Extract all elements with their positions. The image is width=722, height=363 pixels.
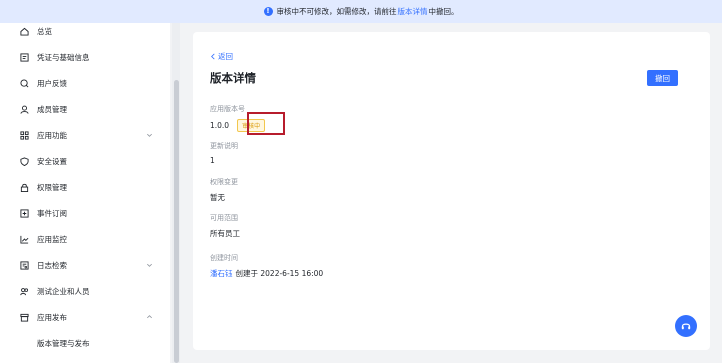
headset-icon [681,323,691,330]
info-icon: ! [263,7,273,16]
credential-icon [20,52,29,62]
back-link[interactable]: 返回 [210,51,233,62]
home-icon [20,27,29,36]
publish-icon [20,313,29,322]
sidebar-item-members[interactable]: 成员管理 [0,96,170,122]
chevron-up-icon[interactable] [146,314,153,321]
withdraw-button[interactable]: 撤回 [647,70,678,86]
sidebar-item-monitoring[interactable]: 应用监控 [0,226,170,252]
permission-field: 权限变更 暂无 [210,177,238,203]
scope-value: 所有员工 [210,229,240,238]
scope-field: 可用范围 所有员工 [210,213,240,239]
notes-value: 1 [210,156,215,165]
sidebar-item-version-management[interactable]: 版本管理与发布 [0,330,170,356]
user-icon [20,105,29,114]
shield-icon [20,156,29,166]
page-title: 版本详情 [210,71,256,85]
notice-banner: ! 审核中不可修改，如需修改，请前往 版本详情 中撤回。 [0,0,722,23]
sidebar-item-label: 应用发布 [37,312,67,322]
sidebar-item-event-subscription[interactable]: 事件订阅 [0,200,170,226]
sidebar-item-app-features[interactable]: 应用功能 [0,122,170,148]
help-button[interactable] [675,315,697,337]
subscribe-icon [20,208,29,218]
sidebar-item-permissions[interactable]: 权限管理 [0,174,170,200]
feedback-icon [20,78,29,88]
permission-value: 暂无 [210,193,225,202]
sidebar-nav: 总览 凭证与基础信息 用户反馈 成员管理 应用功能 安全设置 权限管理 事件订阅… [0,18,170,356]
banner-text: 审核中不可修改，如需修改，请前往 [276,7,397,16]
log-icon [20,260,29,270]
sidebar-item-label: 日志检索 [37,260,67,270]
sidebar-item-app-publish[interactable]: 应用发布 [0,304,170,330]
scope-label: 可用范围 [210,214,238,222]
sidebar-item-label: 安全设置 [37,156,67,166]
created-label: 创建时间 [210,254,238,262]
sidebar-item-security[interactable]: 安全设置 [0,148,170,174]
grid-icon [20,130,29,140]
sidebar-item-log-search[interactable]: 日志检索 [0,252,170,278]
banner-text-suffix: 中撤回。 [428,7,459,16]
sidebar-item-label: 凭证与基础信息 [37,52,90,62]
notes-label: 更新说明 [210,142,238,150]
sidebar-item-label: 权限管理 [37,182,67,192]
version-value: 1.0.0 [210,121,230,130]
created-field: 创建时间 潘石钰 创建于 2022-6-15 16:00 [210,253,323,279]
sidebar-item-label: 总览 [37,26,52,36]
test-users-icon [20,287,29,296]
version-field: 应用版本号 1.0.0 审核中 [210,104,285,135]
permission-label: 权限变更 [210,178,238,186]
creator-link[interactable]: 潘石钰 [210,268,233,279]
version-value-row: 1.0.0 审核中 [210,112,285,135]
chevron-down-icon[interactable] [146,262,153,269]
back-label: 返回 [218,52,233,61]
sidebar-item-test-users[interactable]: 测试企业和人员 [0,278,170,304]
sidebar-scrollbar-thumb[interactable] [174,80,179,363]
sidebar-item-label: 版本管理与发布 [37,338,90,348]
version-detail-card: 返回 版本详情 撤回 应用版本号 1.0.0 审核中 更新说明 1 权限变更 暂… [193,32,710,350]
sidebar: 总览 凭证与基础信息 用户反馈 成员管理 应用功能 安全设置 权限管理 事件订阅… [0,0,170,363]
sidebar-item-label: 成员管理 [37,104,67,114]
sidebar-item-label: 测试企业和人员 [37,286,90,296]
banner-version-detail-link[interactable]: 版本详情 [398,6,428,17]
sidebar-item-label: 应用功能 [37,130,67,140]
created-value-row: 潘石钰 创建于 2022-6-15 16:00 [210,268,323,279]
highlight-annotation [247,112,285,135]
sidebar-item-label: 用户反馈 [37,78,67,88]
sidebar-item-label: 应用监控 [37,234,67,244]
sidebar-item-feedback[interactable]: 用户反馈 [0,70,170,96]
chevron-down-icon[interactable] [146,132,153,139]
chart-icon [20,235,29,244]
chevron-left-icon [211,53,215,60]
sidebar-item-credentials[interactable]: 凭证与基础信息 [0,44,170,70]
lock-icon [20,183,29,192]
created-time: 创建于 2022-6-15 16:00 [235,269,324,278]
notes-field: 更新说明 1 [210,141,238,165]
sidebar-item-label: 事件订阅 [37,208,67,218]
